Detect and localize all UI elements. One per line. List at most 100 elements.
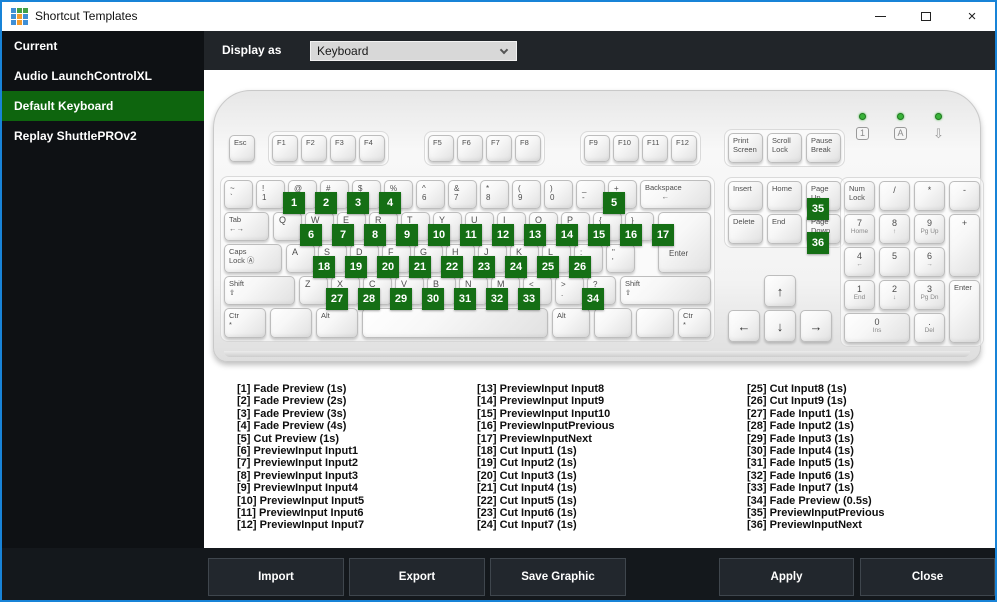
shortcut-line: [25] Cut Input8 (1s)	[747, 383, 847, 395]
key-label: F12	[676, 138, 689, 147]
save-graphic-button[interactable]: Save Graphic	[490, 558, 626, 596]
key-insert: Insert	[728, 181, 763, 211]
minimize-button[interactable]	[857, 2, 903, 31]
key-sublabel: Home	[850, 228, 869, 235]
close-button[interactable]: Close	[860, 558, 995, 596]
key-label: Home	[772, 184, 793, 193]
shortcut-line: [26] Cut Input9 (1s)	[747, 395, 847, 408]
apply-button[interactable]: Apply	[719, 558, 854, 596]
shortcut-line: [32] Fade Input6 (1s)	[747, 469, 854, 482]
key-np-4: 4 ←	[844, 247, 875, 277]
key-np-2: 2 ↓	[879, 280, 910, 310]
key-badge-36: 36	[807, 232, 829, 254]
key-badge-32: 32	[486, 288, 508, 310]
key-label: Shift ⇧	[229, 279, 245, 297]
close-button[interactable]: ×	[949, 2, 995, 31]
key-label: F4	[364, 138, 373, 147]
export-button[interactable]: Export	[349, 558, 485, 596]
key-f6: F6	[457, 135, 483, 162]
key-label: +	[961, 218, 968, 228]
keyboard-graphic: Esc F1 F2 F3 F4 F5 F6 F7 F8 F9 F10 F11 F12 Print Scre…	[213, 90, 984, 362]
key-label: Num Lock	[849, 184, 865, 202]
key-label: Print Screen	[733, 136, 757, 154]
key-ctrl-left: Ctr *	[224, 308, 266, 338]
shortcut-line: [5] Cut Preview (1s)	[237, 432, 340, 445]
key-badge-18: 18	[313, 256, 335, 278]
key-label: F3	[335, 138, 344, 147]
key-badge-17: 17	[652, 224, 674, 246]
key-label: " '	[612, 248, 615, 266]
shortcut-line: [20] Cut Input3 (1s)	[477, 469, 577, 482]
key-badge-8: 8	[364, 224, 386, 246]
shortcut-line: [17] PreviewInputNext	[477, 432, 592, 445]
key-badge-25: 25	[537, 256, 559, 278]
sidebar-item-default-keyboard[interactable]: Default Keyboard	[2, 91, 204, 121]
key-np-decimal: . Del	[914, 313, 945, 343]
shortcut-line: [4] Fade Preview (4s)	[237, 420, 347, 433]
key-label: Alt	[557, 311, 566, 320]
key-ctrl-right: Ctr *	[678, 308, 711, 338]
key-label: Q	[279, 215, 287, 225]
key-8: * 8	[480, 180, 509, 209]
key-label: Shift ⇧	[625, 279, 641, 297]
key-f3: F3	[330, 135, 356, 162]
shortcut-column-1: [1] Fade Preview (1s) [2] Fade Preview (2…	[237, 383, 475, 532]
key-label: F8	[520, 138, 529, 147]
key-badge-6: 6	[300, 224, 322, 246]
sidebar-item-current[interactable]: Current	[2, 31, 204, 61]
key-badge-15: 15	[588, 224, 610, 246]
key-minus: _ -	[576, 180, 605, 209]
key-f1: F1	[272, 135, 298, 162]
key-label: A	[292, 247, 299, 257]
key-caps-lock: Caps Lock Ⓐ	[224, 244, 282, 273]
import-button[interactable]: Import	[208, 558, 344, 596]
window-controls: ×	[857, 2, 995, 31]
key-np-divide: /	[879, 181, 910, 211]
key-np-5: 5	[879, 247, 910, 277]
key-label: 2	[891, 284, 897, 294]
key-badge-10: 10	[428, 224, 450, 246]
key-grave: ~ `	[224, 180, 253, 209]
shortcut-line: [33] Fade Input7 (1s)	[747, 482, 854, 495]
key-badge-28: 28	[358, 288, 380, 310]
key-np-add: +	[949, 214, 980, 277]
key-label: F7	[491, 138, 500, 147]
app-icon-square	[17, 20, 22, 25]
shortcut-templates-window: Shortcut Templates × Current Audio Launch…	[0, 0, 997, 602]
key-label: Insert	[733, 184, 752, 193]
key-shift-left: Shift ⇧	[224, 276, 295, 305]
key-label: ! 1	[262, 184, 267, 202]
footer-bar: Import Export Save Graphic Apply Close	[2, 548, 995, 600]
sidebar-item-audio-launchcontrolxl[interactable]: Audio LaunchControlXL	[2, 61, 204, 91]
key-label: Ctr *	[683, 311, 693, 329]
key-f5: F5	[428, 135, 454, 162]
display-as-dropdown[interactable]: Keyboard	[310, 41, 517, 61]
key-f8: F8	[515, 135, 541, 162]
key-badge-29: 29	[390, 288, 412, 310]
shortcut-line: [6] PreviewInput Input1	[237, 445, 359, 458]
key-badge-22: 22	[441, 256, 463, 278]
key-num-lock: Num Lock	[844, 181, 875, 211]
minimize-icon	[874, 16, 886, 17]
key-label: Tab ←→	[229, 215, 244, 233]
key-badge-27: 27	[326, 288, 348, 310]
key-f9: F9	[584, 135, 610, 162]
key-esc: Esc	[229, 135, 255, 162]
key-badge-4: 4	[379, 192, 401, 214]
key-label: & 7	[454, 184, 460, 202]
key-label: -	[963, 185, 966, 195]
key-1: ! 1	[256, 180, 285, 209]
key-delete: Delete	[728, 214, 763, 244]
key-9: ( 9	[512, 180, 541, 209]
key-badge-11: 11	[460, 224, 482, 246]
app-icon	[11, 8, 28, 25]
key-badge-34: 34	[582, 288, 604, 310]
sidebar-item-replay-shuttleprov2[interactable]: Replay ShuttlePROv2	[2, 121, 204, 151]
maximize-button[interactable]	[903, 2, 949, 31]
key-sublabel: →	[926, 261, 933, 268]
key-sublabel: ←	[856, 261, 863, 268]
key-label: Pause Break	[811, 136, 833, 154]
key-print-screen: Print Screen	[728, 133, 763, 163]
app-icon-square	[11, 20, 16, 25]
key-label: 6	[926, 251, 932, 261]
